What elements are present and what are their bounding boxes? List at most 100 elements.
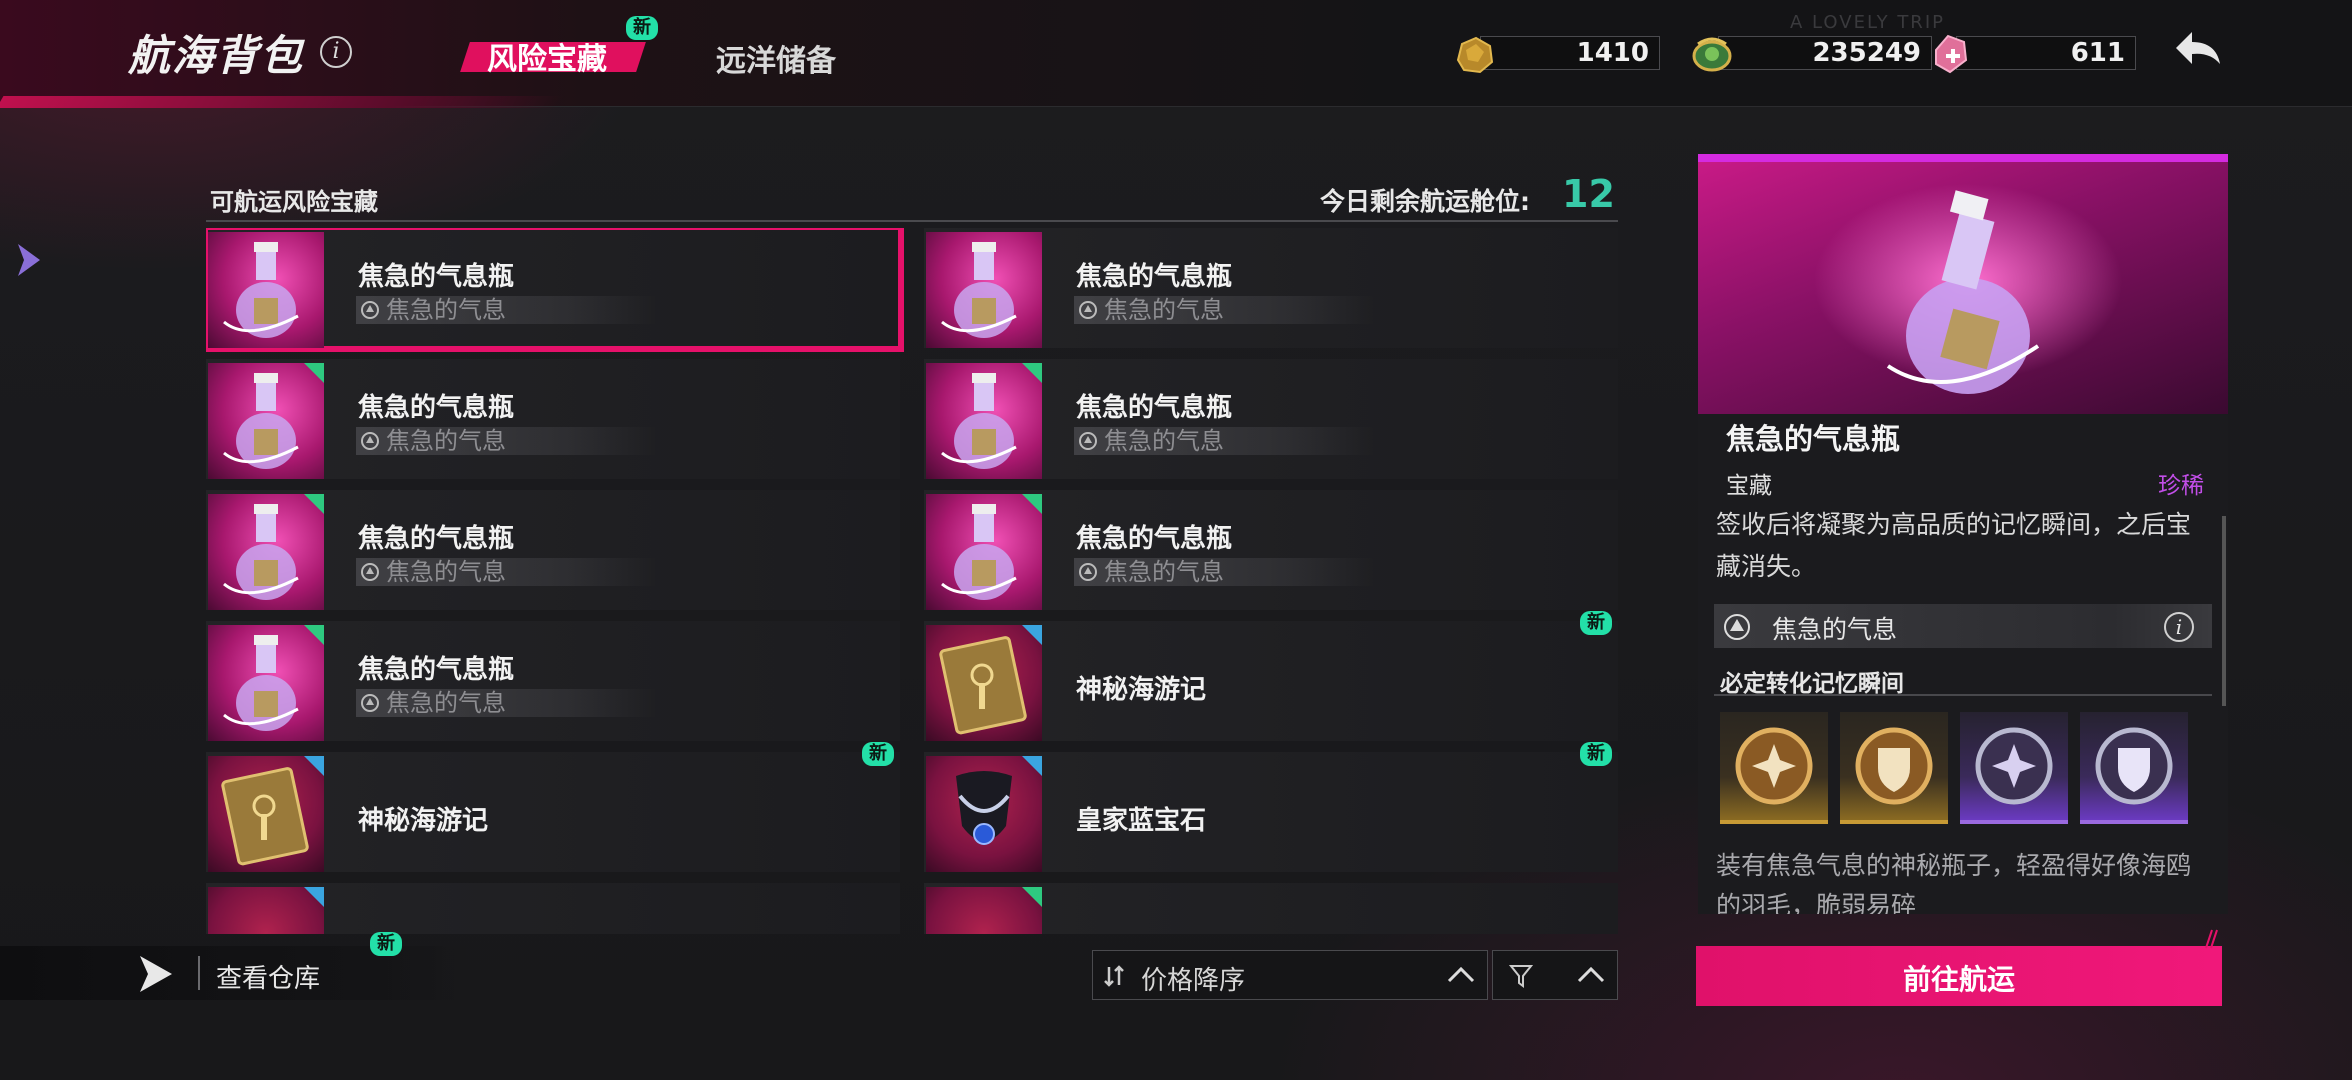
item-aura-label: 焦急的气息	[1104, 427, 1224, 455]
conversion-title: 必定转化记忆瞬间	[1720, 671, 1904, 697]
item-aura: 焦急的气息	[1074, 558, 1374, 586]
list-item[interactable]: 焦急的气息瓶 焦急的气息	[924, 359, 1618, 479]
arrow-right-icon[interactable]	[136, 952, 176, 996]
view-warehouse-button[interactable]: 查看仓库	[216, 958, 320, 995]
mystery-book-icon	[926, 625, 1042, 741]
detail-item-type: 宝藏	[1726, 473, 1772, 499]
detail-aura-label: 焦急的气息	[1772, 615, 1898, 644]
potion-bottle-icon	[926, 494, 1042, 610]
tab-risk-treasure[interactable]: 风险宝藏	[460, 30, 646, 78]
item-aura-label: 焦急的气息	[386, 689, 506, 717]
chevron-up-icon	[1577, 966, 1605, 983]
filter-dropdown[interactable]	[1492, 950, 1618, 1000]
go-shipping-button[interactable]: 前往航运	[1696, 946, 2222, 1006]
detail-item-name: 焦急的气息瓶	[1726, 422, 1901, 456]
rarity-corner	[1022, 887, 1042, 907]
item-aura-label: 焦急的气息	[386, 296, 506, 324]
list-item[interactable]: 皇家蓝宝石 新	[924, 742, 1618, 872]
item-thumbnail	[926, 887, 1042, 934]
potion-bottle-icon	[208, 232, 324, 348]
treasure-list[interactable]: 焦急的气息瓶 焦急的气息 焦急的气息瓶 焦急的气息 焦急的气息瓶 焦急的气息 焦…	[206, 228, 1620, 934]
new-badge: 新	[626, 16, 658, 40]
rarity-corner	[304, 887, 324, 907]
list-item[interactable]: 神秘海游记 新	[206, 742, 900, 872]
list-item[interactable]	[924, 883, 1618, 934]
currency-value: 611	[1956, 36, 2136, 70]
rarity-corner	[304, 363, 324, 383]
remaining-slots-value: 12	[1562, 172, 1615, 216]
jade-dragon-icon	[1692, 37, 1732, 72]
rarity-corner	[1022, 494, 1042, 514]
item-aura: 焦急的气息	[1074, 296, 1374, 324]
aura-icon	[1079, 563, 1097, 581]
list-item[interactable]: 焦急的气息瓶 焦急的气息	[206, 359, 900, 479]
detail-description: 签收后将凝聚为高品质的记忆瞬间，之后宝藏消失。	[1716, 510, 2192, 581]
list-item[interactable]: 神秘海游记 新	[924, 611, 1618, 741]
gold-shield-emblem-icon	[1855, 727, 1933, 805]
rarity-corner	[304, 625, 324, 645]
title-info-icon[interactable]: i	[320, 36, 352, 68]
currency-value: 1410	[1480, 36, 1660, 70]
potion-bottle-icon	[926, 363, 1042, 479]
item-aura: 焦急的气息	[356, 296, 656, 324]
mystery-book-icon	[208, 756, 324, 872]
new-badge: 新	[370, 932, 402, 956]
go-shipping-label: 前往航运	[1902, 963, 2015, 996]
header-watermark: A LOVELY TRIP	[1790, 12, 1945, 33]
item-aura: 焦急的气息	[1074, 427, 1374, 455]
memory-moment[interactable]	[1720, 712, 1828, 824]
item-name: 焦急的气息瓶	[1076, 524, 1233, 554]
potion-bottle-icon	[926, 232, 1042, 348]
item-aura-label: 焦急的气息	[386, 558, 506, 586]
divider	[1714, 694, 2212, 696]
sapphire-necklace-icon	[926, 756, 1042, 872]
item-name: 皇家蓝宝石	[1076, 806, 1207, 836]
rarity-corner	[1022, 756, 1042, 776]
item-aura-label: 焦急的气息	[386, 427, 506, 455]
filter-icon	[1509, 965, 1533, 988]
side-drawer-arrow-icon[interactable]	[14, 240, 44, 280]
header-accent-stripe	[0, 96, 564, 108]
list-item[interactable]	[206, 883, 900, 934]
separator	[198, 956, 200, 990]
purple-sparkle-emblem-icon	[1975, 727, 2053, 805]
tab-ocean-reserve[interactable]: 远洋储备	[716, 36, 836, 80]
item-name: 神秘海游记	[1076, 675, 1207, 705]
tab-label: 风险宝藏	[487, 42, 607, 77]
item-name: 神秘海游记	[358, 806, 489, 836]
purple-shield-emblem-icon	[2095, 727, 2173, 805]
aura-icon	[1724, 614, 1750, 640]
item-aura-label: 焦急的气息	[1104, 558, 1224, 586]
detail-aura-row: 焦急的气息 i	[1714, 604, 2212, 648]
detail-scrollbar[interactable]	[2222, 516, 2226, 706]
list-divider	[206, 220, 1618, 222]
item-hero-image	[1698, 162, 2228, 414]
gold-ore-icon	[1456, 36, 1494, 74]
memory-moment[interactable]	[1840, 712, 1948, 824]
item-name: 焦急的气息瓶	[358, 655, 515, 685]
sort-icon	[1104, 965, 1124, 987]
item-aura-label: 焦急的气息	[1104, 296, 1224, 324]
item-thumbnail	[208, 887, 324, 934]
potion-bottle-icon	[208, 494, 324, 610]
list-item[interactable]: 焦急的气息瓶 焦急的气息	[206, 228, 904, 352]
sort-label: 价格降序	[1141, 966, 1246, 996]
sort-dropdown[interactable]: 价格降序	[1092, 950, 1488, 1000]
back-arrow-icon[interactable]	[2168, 26, 2228, 80]
list-item[interactable]: 焦急的气息瓶 焦急的气息	[924, 490, 1618, 610]
rarity-corner	[304, 756, 324, 776]
list-item[interactable]: 焦急的气息瓶 焦急的气息	[206, 490, 900, 610]
memory-moment[interactable]	[2080, 712, 2188, 824]
potion-bottle-icon	[208, 625, 324, 741]
pink-crystal-icon	[1935, 34, 1968, 74]
list-item[interactable]: 焦急的气息瓶 焦急的气息	[206, 621, 900, 741]
aura-icon	[361, 694, 379, 712]
aura-info-icon[interactable]: i	[2164, 612, 2194, 642]
new-badge: 新	[1580, 611, 1612, 635]
aura-icon	[361, 563, 379, 581]
list-item[interactable]: 焦急的气息瓶 焦急的气息	[924, 228, 1618, 348]
aura-icon	[1079, 301, 1097, 319]
memory-moment[interactable]	[1960, 712, 2068, 824]
new-badge: 新	[862, 742, 894, 766]
item-name: 焦急的气息瓶	[358, 262, 515, 292]
